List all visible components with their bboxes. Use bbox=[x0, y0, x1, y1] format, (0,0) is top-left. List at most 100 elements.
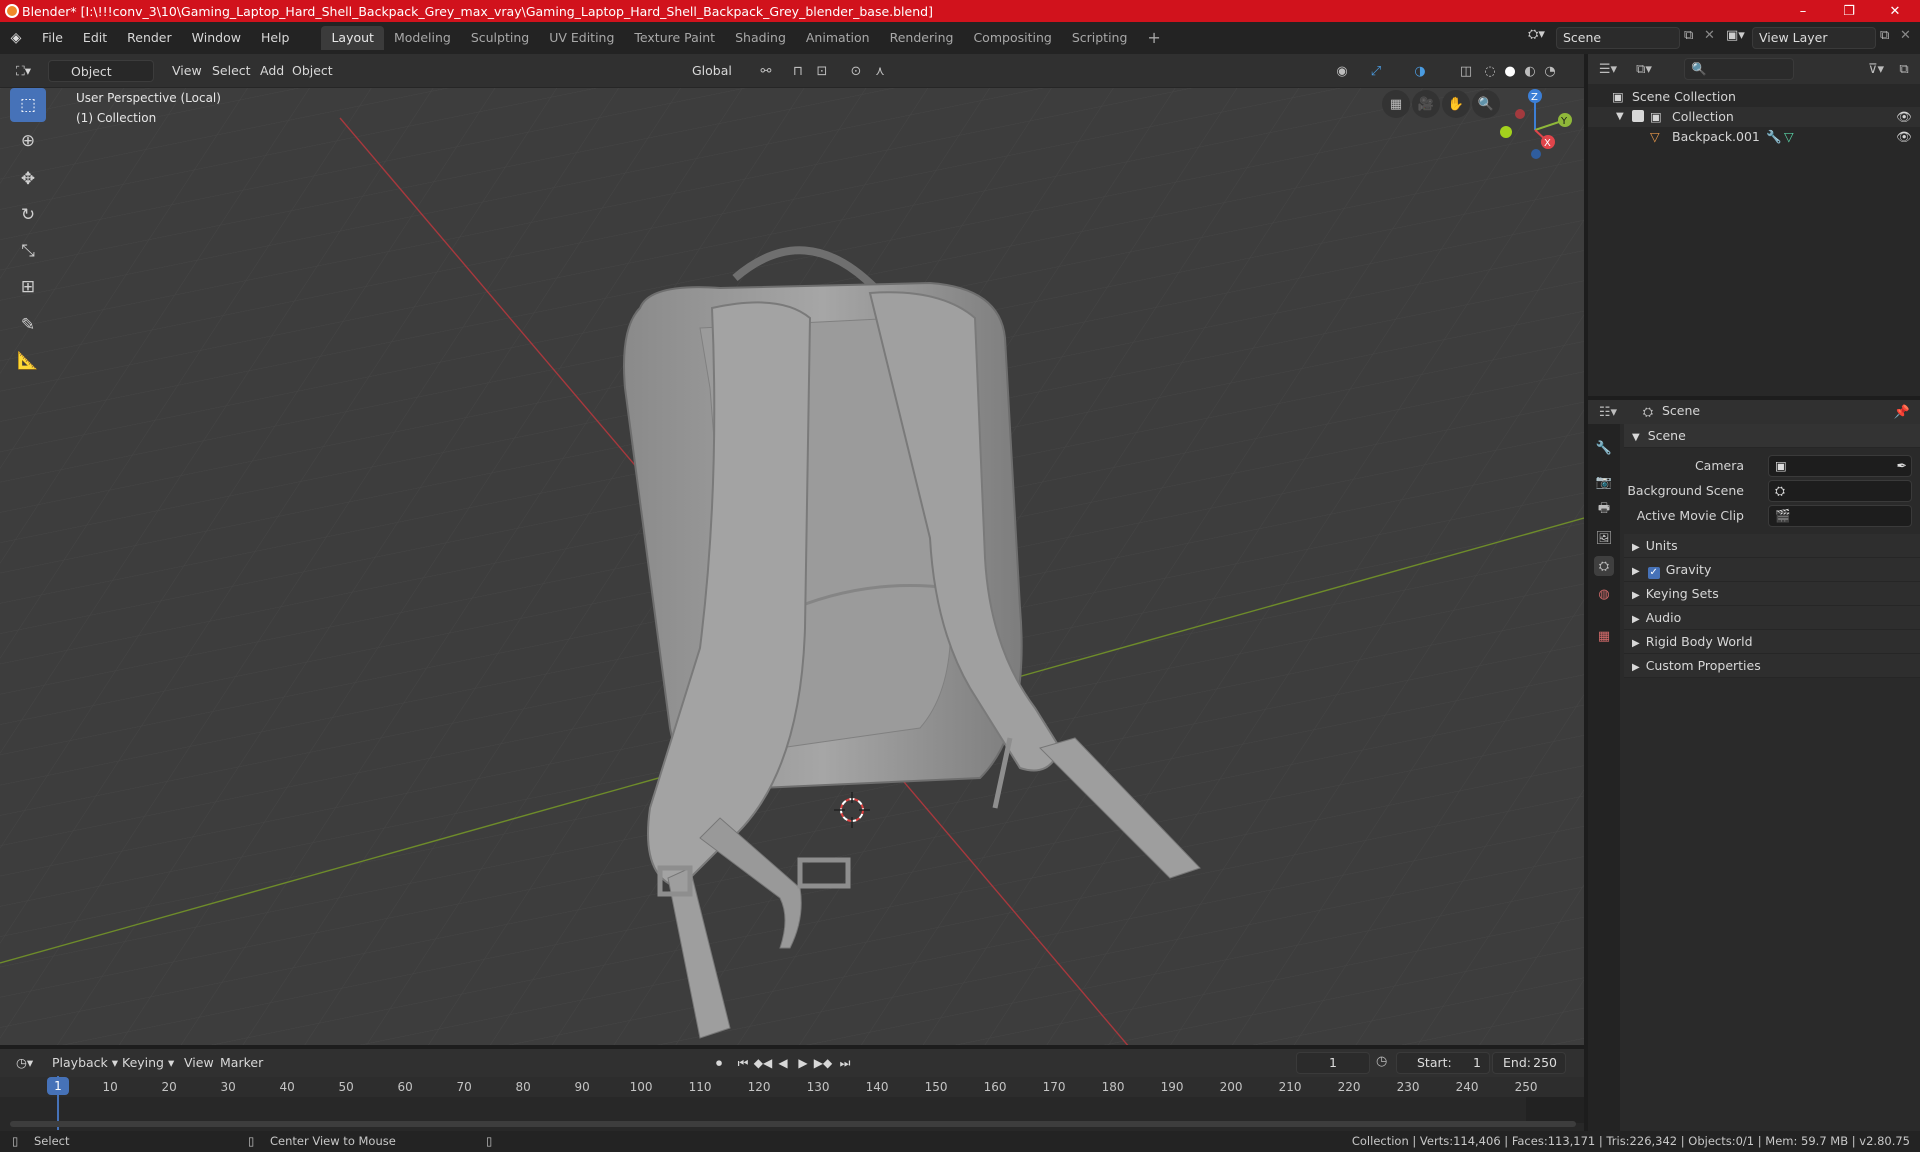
delete-scene-icon[interactable]: ✕ bbox=[1704, 28, 1715, 43]
cursor-tool[interactable]: ⊕ bbox=[10, 124, 46, 158]
mesh-data-icon[interactable]: ▽ bbox=[1784, 127, 1794, 147]
rigid-body-world-panel[interactable]: ▶ Rigid Body World bbox=[1624, 630, 1920, 654]
solid-shading-icon[interactable]: ● bbox=[1500, 61, 1520, 81]
annotate-tool[interactable]: ✎ bbox=[10, 308, 46, 342]
scene-tab-icon[interactable]: ⛭ bbox=[1594, 556, 1614, 576]
world-tab-icon[interactable]: ◍ bbox=[1594, 584, 1614, 604]
proportional-edit-icon[interactable]: ⊙ bbox=[846, 61, 866, 81]
tab-texture-paint[interactable]: Texture Paint bbox=[624, 26, 725, 50]
tab-shading[interactable]: Shading bbox=[725, 26, 796, 50]
menu-file[interactable]: File bbox=[32, 26, 73, 50]
tree-row-backpack[interactable]: ▽ Backpack.001 🔧 ▽ 👁 bbox=[1588, 127, 1920, 147]
visibility-icon[interactable]: ◉ bbox=[1332, 61, 1352, 81]
jump-keyframe-forward-icon[interactable]: ▶◆ bbox=[814, 1054, 832, 1072]
rendered-shading-icon[interactable]: ◔ bbox=[1540, 61, 1560, 81]
tab-rendering[interactable]: Rendering bbox=[880, 26, 964, 50]
timeline-scrollbar[interactable] bbox=[10, 1121, 1576, 1127]
tab-compositing[interactable]: Compositing bbox=[963, 26, 1061, 50]
rotate-tool[interactable]: ↻ bbox=[10, 198, 46, 232]
tab-animation[interactable]: Animation bbox=[796, 26, 880, 50]
custom-properties-panel[interactable]: ▶ Custom Properties bbox=[1624, 654, 1920, 678]
audio-panel[interactable]: ▶ Audio bbox=[1624, 606, 1920, 630]
close-button[interactable]: ✕ bbox=[1872, 0, 1918, 22]
menu-window[interactable]: Window bbox=[182, 26, 251, 50]
current-frame-field[interactable]: 1 bbox=[1296, 1052, 1370, 1074]
tab-layout[interactable]: Layout bbox=[321, 26, 384, 50]
render-tab-icon[interactable]: 📷 bbox=[1594, 472, 1614, 492]
backpack-visibility-eye-icon[interactable]: 👁 bbox=[1896, 127, 1912, 147]
menu-add[interactable]: Add bbox=[254, 60, 290, 82]
orientation-dropdown[interactable]: Global ▾ bbox=[668, 60, 746, 100]
blender-menu-icon[interactable]: ◈ bbox=[0, 30, 32, 46]
menu-marker[interactable]: Marker bbox=[214, 1052, 269, 1074]
start-frame-field[interactable]: Start: 1 bbox=[1396, 1052, 1490, 1074]
display-mode-icon[interactable]: ⧉▾ bbox=[1634, 59, 1654, 79]
scene-selector-icon[interactable]: ⛭▾ bbox=[1528, 27, 1545, 42]
collection-visibility-eye-icon[interactable]: 👁 bbox=[1896, 107, 1912, 127]
gravity-panel[interactable]: ▶ ✓ Gravity bbox=[1624, 558, 1920, 582]
filter-icon[interactable]: ⊽▾ bbox=[1866, 59, 1886, 79]
add-workspace-button[interactable]: + bbox=[1137, 26, 1170, 50]
scene-panel-header[interactable]: ▼ Scene bbox=[1624, 424, 1920, 448]
outliner-search-input[interactable]: 🔍 bbox=[1684, 58, 1794, 80]
timeline-area[interactable]: 1102030405060708090100110120130140150160… bbox=[0, 1076, 1584, 1131]
modifier-wrench-icon[interactable]: 🔧 bbox=[1766, 127, 1782, 147]
measure-tool[interactable]: 📐 bbox=[10, 344, 46, 378]
keying-sets-panel[interactable]: ▶ Keying Sets bbox=[1624, 582, 1920, 606]
menu-view[interactable]: View bbox=[166, 60, 208, 82]
pan-view-icon[interactable]: ✋ bbox=[1442, 90, 1470, 118]
gravity-checkbox[interactable]: ✓ bbox=[1647, 567, 1660, 579]
jump-end-icon[interactable]: ⏭ bbox=[836, 1054, 854, 1072]
end-frame-field[interactable]: End: 250 bbox=[1492, 1052, 1566, 1074]
timeline-editor-icon[interactable]: ◷▾ bbox=[10, 1052, 39, 1074]
menu-edit[interactable]: Edit bbox=[73, 26, 117, 50]
minimize-button[interactable]: – bbox=[1780, 0, 1826, 22]
background-scene-field[interactable]: ⛭ bbox=[1768, 480, 1912, 502]
playhead-frame-label[interactable]: 1 bbox=[47, 1077, 69, 1095]
camera-view-icon[interactable]: 🎥 bbox=[1412, 90, 1440, 118]
move-tool[interactable]: ✥ bbox=[10, 162, 46, 196]
snap-icon[interactable]: ⊓ bbox=[788, 61, 808, 81]
camera-field[interactable]: ▣ ✒ bbox=[1768, 455, 1912, 477]
jump-start-icon[interactable]: ⏮ bbox=[734, 1054, 752, 1072]
jump-keyframe-back-icon[interactable]: ◆◀ bbox=[754, 1054, 772, 1072]
view-layer-icon[interactable]: ▣▾ bbox=[1726, 28, 1745, 43]
scale-tool[interactable]: ⤡ bbox=[10, 234, 46, 268]
falloff-icon[interactable]: ⋏ bbox=[870, 61, 890, 81]
active-movie-clip-field[interactable]: 🎬 bbox=[1768, 505, 1912, 527]
tab-modeling[interactable]: Modeling bbox=[384, 26, 461, 50]
toggle-camera-icon[interactable]: ▦ bbox=[1382, 90, 1410, 118]
menu-render[interactable]: Render bbox=[117, 26, 182, 50]
texture-tab-icon[interactable]: ▦ bbox=[1594, 626, 1614, 646]
mode-dropdown[interactable]: Object Mode ▾ bbox=[48, 60, 154, 101]
view-layer-tab-icon[interactable]: 🖼 bbox=[1594, 528, 1614, 548]
snap-target-icon[interactable]: ⊡ bbox=[812, 61, 832, 81]
menu-object[interactable]: Object bbox=[286, 60, 339, 82]
pivot-point-icon[interactable]: ⚯ bbox=[756, 61, 776, 81]
scene-name-field[interactable]: Scene bbox=[1556, 27, 1680, 49]
play-icon[interactable]: ▶ bbox=[794, 1054, 812, 1072]
record-icon[interactable]: ⏺ bbox=[710, 1054, 728, 1072]
menu-select[interactable]: Select bbox=[206, 60, 257, 82]
maximize-button[interactable]: ❐ bbox=[1826, 0, 1872, 22]
gizmo-toggle-icon[interactable]: ⤢ bbox=[1366, 61, 1386, 81]
frame-ruler[interactable]: 1102030405060708090100110120130140150160… bbox=[0, 1077, 1584, 1097]
output-tab-icon[interactable]: 🖶 bbox=[1594, 500, 1614, 520]
delete-view-layer-icon[interactable]: ✕ bbox=[1900, 28, 1911, 43]
collection-expand-icon[interactable]: ▼ bbox=[1616, 107, 1624, 127]
overlay-toggle-icon[interactable]: ◑ bbox=[1410, 61, 1430, 81]
tree-row-collection[interactable]: ▼ ▣ Collection 👁 bbox=[1588, 107, 1920, 127]
preview-range-clock-icon[interactable]: ◷ bbox=[1376, 1054, 1387, 1069]
select-box-tool[interactable]: ⬚ bbox=[10, 88, 46, 122]
view-layer-field[interactable]: View Layer bbox=[1752, 27, 1876, 49]
tab-uv-editing[interactable]: UV Editing bbox=[539, 26, 624, 50]
tab-scripting[interactable]: Scripting bbox=[1062, 26, 1138, 50]
new-view-layer-icon[interactable]: ⧉ bbox=[1880, 28, 1889, 43]
editor-type-icon[interactable]: ⛶▾ bbox=[10, 60, 37, 82]
properties-editor-icon[interactable]: ☷▾ bbox=[1598, 402, 1618, 422]
units-panel[interactable]: ▶ Units bbox=[1624, 534, 1920, 558]
menu-help[interactable]: Help bbox=[251, 26, 300, 50]
tab-sculpting[interactable]: Sculpting bbox=[461, 26, 539, 50]
outliner-editor-icon[interactable]: ☰▾ bbox=[1598, 59, 1618, 79]
pin-icon[interactable]: 📌 bbox=[1892, 402, 1912, 422]
